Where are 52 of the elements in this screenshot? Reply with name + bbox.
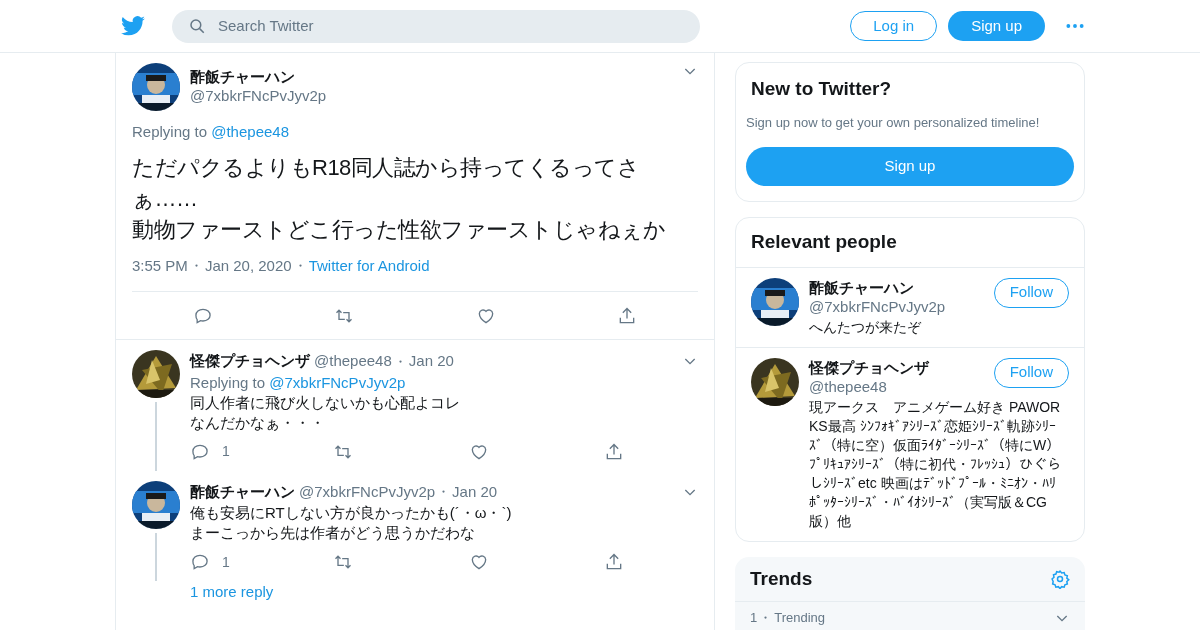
person-name: 怪傑プチョヘンザ	[809, 357, 930, 377]
author-handle: @7xbkrFNcPvJyv2p	[190, 86, 328, 105]
share-icon[interactable]	[604, 552, 624, 572]
card-title: New to Twitter?	[750, 77, 893, 101]
mention-link[interactable]: @7xbkrFNcPvJyv2p	[269, 373, 406, 391]
search-input[interactable]: Search Twitter	[218, 14, 684, 38]
source-link[interactable]: Twitter for Android	[308, 254, 430, 277]
author-name: 怪傑プチョヘンザ	[190, 351, 310, 371]
separator-dot-icon	[764, 616, 768, 620]
replying-to-text: Replying to @7xbkrFNcPvJyv2p	[190, 372, 407, 393]
tweet-text: 俺も安易にRTしない方が良かったかも(´・ω・`)	[190, 503, 513, 523]
reply-count: 1	[222, 442, 230, 461]
settings-icon[interactable]	[1050, 568, 1070, 589]
signup-button[interactable]: Sign up	[746, 147, 1074, 186]
author-handle: @thepee48	[314, 351, 392, 371]
heart-icon[interactable]	[469, 552, 489, 572]
person-bio: へんたつが来たぞ	[809, 317, 922, 337]
person-handle: @7xbkrFNcPvJyv2p	[809, 296, 947, 316]
search-field[interactable]: Search Twitter	[172, 9, 700, 43]
trend-label: Trending	[774, 609, 827, 627]
trend-rank: 1	[750, 609, 758, 627]
tweet-text: 動物ファーストどこ行った性欲ファーストじゃねぇか	[132, 215, 666, 244]
author-name: 酢飯チャーハン	[190, 67, 296, 86]
tweet-date: Jan 20, 2020	[204, 255, 292, 276]
author-name: 酢飯チャーハン	[190, 481, 295, 502]
person-bio: 現アークス アニメゲーム好き PAWORKS最高 ｼﾝﾌｫｷﾞｱｼﾘｰｽﾞ恋姫ｼﾘｰｽﾞ軌跡ｼﾘｰｽﾞ（特に空）仮面ﾗｲﾀﾞｰｼﾘｰｽﾞ（特にW）ﾌﾟﾘｷｭｱｼﾘｰｽﾞ（特に初代・ﾌﾚｯｼｭ）ひぐらしｼﾘｰｽﾞetc 映画はﾃﾞｯﾄﾞﾌﾟｰﾙ・ﾐﾆｵﾝ・ﾊﾘﾎﾟｯﾀｰｼﾘｰｽﾞ・ﾊﾞｲｵｼﾘｰｽﾞ（実写版＆CG版）他	[809, 397, 1062, 531]
share-icon[interactable]	[604, 441, 624, 462]
person-handle: @thepee48	[809, 376, 888, 396]
author-handle: @7xbkrFNcPvJyv2p	[299, 481, 436, 502]
tweet-text: なんだかなぁ・・・	[190, 412, 326, 433]
tweet-text: ただパクるよりもR18同人誌から持ってくるってさぁ……	[132, 153, 641, 213]
tweet-date: Jan 20	[408, 351, 454, 371]
separator-dot-icon	[298, 264, 302, 268]
more-icon[interactable]	[1065, 21, 1085, 31]
signup-button[interactable]: Sign up	[948, 11, 1045, 41]
reply-count: 1	[222, 552, 230, 572]
separator-dot-icon	[442, 490, 446, 494]
separator-dot-icon	[194, 264, 198, 268]
tweet-date: Jan 20	[452, 481, 498, 502]
card-subtitle: Sign up now to get your own personalized timeline!	[746, 113, 1041, 132]
card-title: Relevant people	[736, 218, 1084, 268]
reply-icon[interactable]	[190, 552, 210, 572]
replying-to-text: Replying to @thepee48	[132, 122, 290, 142]
separator-dot-icon	[398, 359, 402, 363]
person-name: 酢飯チャーハン	[809, 277, 915, 297]
mention-link[interactable]: @thepee48	[211, 123, 289, 140]
tweet-time: 3:55 PM	[132, 255, 188, 276]
more-replies-link[interactable]: 1 more reply	[190, 583, 274, 600]
tweet-text: 同人作者に飛び火しないかも心配よコレ	[190, 392, 461, 413]
card-title: Trends	[750, 566, 814, 591]
search-icon	[188, 17, 206, 35]
tweet-text: まーこっから先は作者がどう思うかだわな	[190, 523, 476, 543]
